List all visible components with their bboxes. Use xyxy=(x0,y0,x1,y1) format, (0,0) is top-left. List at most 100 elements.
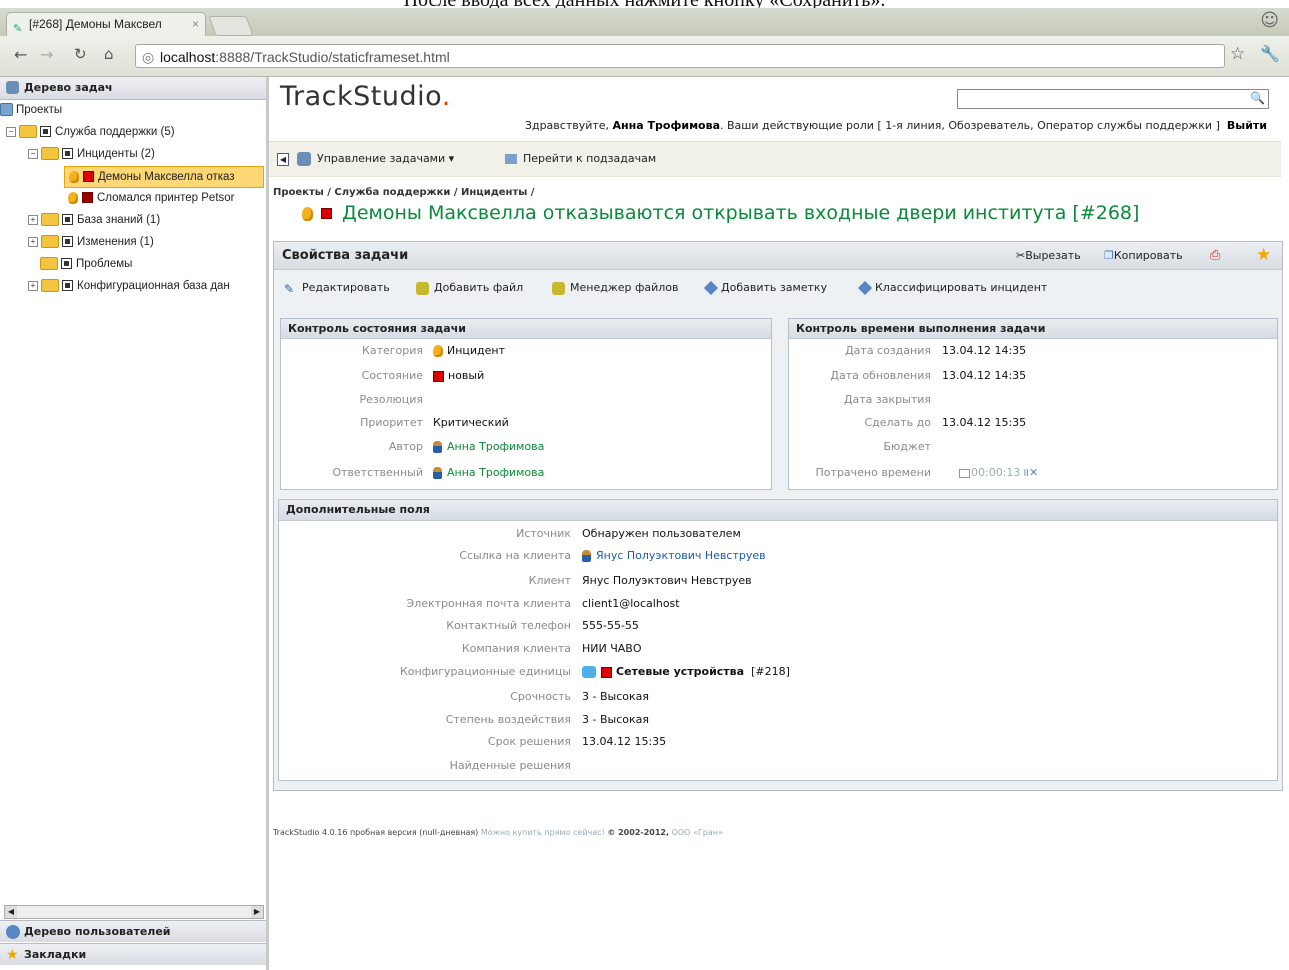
time-box-title: Контроль времени выполнения задачи xyxy=(789,319,1277,339)
browser-tab[interactable]: ✎ [#268] Демоны Максвел × xyxy=(6,12,206,36)
greeting-prefix: Здравствуйте, xyxy=(524,119,610,132)
tree-horizontal-scrollbar[interactable]: ◀ ▶ xyxy=(4,905,264,919)
task-tree-header[interactable]: Дерево задач xyxy=(0,77,266,100)
field-row: Дата создания 13.04.12 14:35 xyxy=(789,341,1277,361)
field-row: Срок решения 13.04.12 15:35 xyxy=(279,732,1277,752)
subtasks-icon xyxy=(505,154,517,164)
project-icon xyxy=(62,236,73,248)
favorite-star-icon[interactable]: ★ xyxy=(1256,242,1271,269)
projects-icon xyxy=(0,103,13,117)
state-icon xyxy=(601,666,612,678)
address-bar[interactable]: ◎ localhost:8888/TrackStudio/staticframe… xyxy=(135,44,1225,68)
add-note-label: Добавить заметку xyxy=(721,281,828,294)
breadcrumb[interactable]: Проекты / Служба поддержки / Инциденты / xyxy=(273,187,534,198)
chevron-down-icon: ▾ xyxy=(448,152,455,165)
expand-icon[interactable]: + xyxy=(28,214,38,225)
tree-node-support[interactable]: − Служба поддержки (5) xyxy=(6,122,175,142)
main-toolbar: ◀ Управление задачами ▾ Перейти к подзад… xyxy=(269,141,1281,177)
task-tree-title: Дерево задач xyxy=(24,81,113,94)
add-file-button[interactable]: Добавить файл xyxy=(416,281,523,295)
add-note-button[interactable]: Добавить заметку xyxy=(703,280,828,296)
cut-label: Вырезать xyxy=(1025,249,1081,262)
new-tab-button[interactable] xyxy=(208,16,254,36)
bookmark-star-icon[interactable]: ☆ xyxy=(1230,44,1245,64)
tree-node-problems[interactable]: Проблемы xyxy=(40,254,132,274)
pdf-export-icon[interactable]: ⎙ xyxy=(1210,242,1220,269)
url-host: localhost xyxy=(160,49,216,65)
classify-label: Классифицировать инцидент xyxy=(875,281,1048,294)
classify-incident-button[interactable]: Классифицировать инцидент xyxy=(857,280,1048,296)
file-manager-button[interactable]: Менеджер файлов xyxy=(552,281,679,295)
field-row: Контактный телефон 555-55-55 xyxy=(279,616,1277,636)
tree-node-task[interactable]: Сломался принтер Petsor xyxy=(68,188,234,208)
manage-tasks-menu[interactable]: Управление задачами ▾ xyxy=(297,152,454,166)
pause-icon[interactable]: ॥ xyxy=(1022,466,1029,479)
state-box-title: Контроль состояния задачи xyxy=(281,319,771,339)
tasks-icon xyxy=(297,152,311,166)
source-value: Обнаружен пользователем xyxy=(582,527,741,540)
browser-navbar: ← → ↻ ⌂ ◎ localhost:8888/TrackStudio/sta… xyxy=(0,36,1289,77)
greeting-bar: Здравствуйте, Анна Трофимова. Ваши дейст… xyxy=(525,119,1267,132)
state-control-box: Контроль состояния задачи Категория Инцид… xyxy=(280,318,772,490)
field-label: Контактный телефон xyxy=(446,619,571,632)
search-input[interactable]: 🔍 xyxy=(957,89,1269,109)
tree-node-knowledge[interactable]: + База знаний (1) xyxy=(28,210,160,230)
close-tab-icon[interactable]: × xyxy=(192,13,199,35)
search-icon[interactable]: 🔍 xyxy=(1250,91,1265,105)
collapse-icon[interactable]: − xyxy=(28,148,38,159)
field-row: Дата обновления 13.04.12 14:35 xyxy=(789,366,1277,386)
home-icon[interactable]: ⌂ xyxy=(104,45,114,63)
project-icon xyxy=(62,280,73,292)
field-row: Найденные решения xyxy=(279,756,1277,776)
folder-icon xyxy=(41,279,59,293)
edit-button[interactable]: ✎ Редактировать xyxy=(284,281,390,296)
tree-node-incidents[interactable]: − Инциденты (2) xyxy=(28,144,155,164)
trackstudio-logo: TrackStudio. xyxy=(280,81,451,112)
tree-node-label: Служба поддержки (5) xyxy=(55,126,175,138)
logout-link[interactable]: Выйти xyxy=(1227,119,1267,132)
client-link[interactable]: Янус Полуэктович Невструев xyxy=(582,546,766,566)
back-icon[interactable]: ← xyxy=(14,45,27,64)
tree-node-cmdb[interactable]: + Конфигурационная база дан xyxy=(28,276,230,296)
company-link[interactable]: ООО «Гран» xyxy=(672,828,723,837)
toggle-sidebar-icon[interactable]: ◀ xyxy=(277,152,295,166)
field-label: Бюджет xyxy=(883,440,932,453)
field-label: Найденные решения xyxy=(449,759,571,772)
assignee-link[interactable]: Анна Трофимова xyxy=(433,463,544,483)
reload-icon[interactable]: ↻ xyxy=(74,45,87,63)
tree-node-projects[interactable]: Проекты xyxy=(0,100,62,120)
copy-button[interactable]: ❐Копировать xyxy=(1104,242,1183,269)
wrench-menu-icon[interactable]: 🔧 xyxy=(1260,44,1280,63)
scroll-right-icon[interactable]: ▶ xyxy=(251,906,263,918)
tree-node-label: Инциденты (2) xyxy=(77,148,155,160)
tree-node-label: Конфигурационная база дан xyxy=(77,280,230,292)
bookmarks-header[interactable]: ★ Закладки xyxy=(0,943,266,965)
spent-time-timer: 00:00:13 ॥✕ xyxy=(959,463,1038,483)
add-note-icon xyxy=(703,280,719,296)
tree-node-changes[interactable]: + Изменения (1) xyxy=(28,232,154,252)
page-info-icon[interactable]: ◎ xyxy=(142,45,154,69)
file-manager-label: Менеджер файлов xyxy=(570,281,679,294)
users-tree-header[interactable]: Дерево пользователей xyxy=(0,920,266,942)
forward-icon[interactable]: → xyxy=(40,45,53,64)
project-icon xyxy=(62,214,73,226)
goto-subtasks-button[interactable]: Перейти к подзадачам xyxy=(505,152,656,165)
cut-button[interactable]: ✂Вырезать xyxy=(1016,242,1081,269)
puzzle-icon xyxy=(582,666,596,678)
expand-icon[interactable]: + xyxy=(28,236,38,247)
expand-icon[interactable]: + xyxy=(28,280,38,291)
left-sidebar: Дерево задач Проекты − Служба поддержки (… xyxy=(0,77,269,970)
buy-link[interactable]: Можно купить прямо сейчас! xyxy=(481,828,605,837)
scroll-left-icon[interactable]: ◀ xyxy=(5,906,17,918)
tree-node-selected-task[interactable]: Демоны Максвелла отказ xyxy=(64,166,264,188)
field-label: Дата создания xyxy=(845,344,931,357)
bulb-icon xyxy=(69,170,79,183)
author-link[interactable]: Анна Трофимова xyxy=(433,437,544,457)
collapse-icon[interactable]: − xyxy=(6,126,16,137)
add-file-label: Добавить файл xyxy=(434,281,524,294)
config-item-link[interactable]: Сетевые устройства [#218] xyxy=(582,662,790,682)
scissors-icon: ✂ xyxy=(1016,249,1026,262)
state-icon xyxy=(82,192,93,204)
close-icon[interactable]: ✕ xyxy=(1029,466,1038,479)
tree-node-label: Демоны Максвелла отказ xyxy=(98,171,235,183)
